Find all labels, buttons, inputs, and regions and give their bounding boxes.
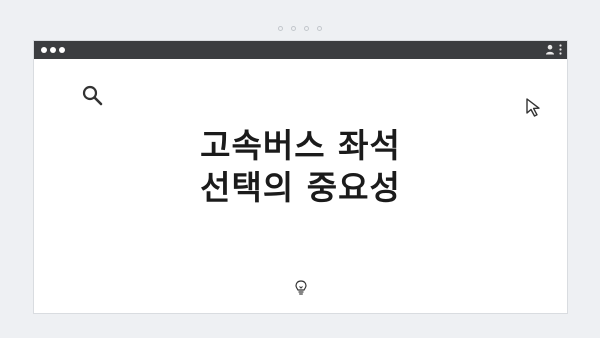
page-indicator-dots <box>0 26 600 31</box>
headline: 고속버스 좌석 선택의 중요성 <box>34 125 567 209</box>
headline-line-1: 고속버스 좌석 <box>200 126 401 165</box>
search-icon[interactable] <box>81 84 105 108</box>
window-controls <box>41 47 65 53</box>
window-titlebar <box>34 41 567 59</box>
kebab-menu-icon[interactable] <box>559 44 562 55</box>
titlebar-actions <box>545 44 562 55</box>
page-dot[interactable] <box>291 26 296 31</box>
lightbulb-icon <box>295 280 307 295</box>
minimize-dot[interactable] <box>50 47 56 53</box>
page-dot[interactable] <box>278 26 283 31</box>
page-dot[interactable] <box>304 26 309 31</box>
slide-canvas: 고속버스 좌석 선택의 중요성 <box>0 0 600 338</box>
user-icon[interactable] <box>545 44 555 55</box>
headline-line-2: 선택의 중요성 <box>200 168 401 207</box>
browser-window: 고속버스 좌석 선택의 중요성 <box>33 40 568 314</box>
cursor-arrow-icon <box>526 98 540 117</box>
maximize-dot[interactable] <box>59 47 65 53</box>
page-dot[interactable] <box>317 26 322 31</box>
close-dot[interactable] <box>41 47 47 53</box>
